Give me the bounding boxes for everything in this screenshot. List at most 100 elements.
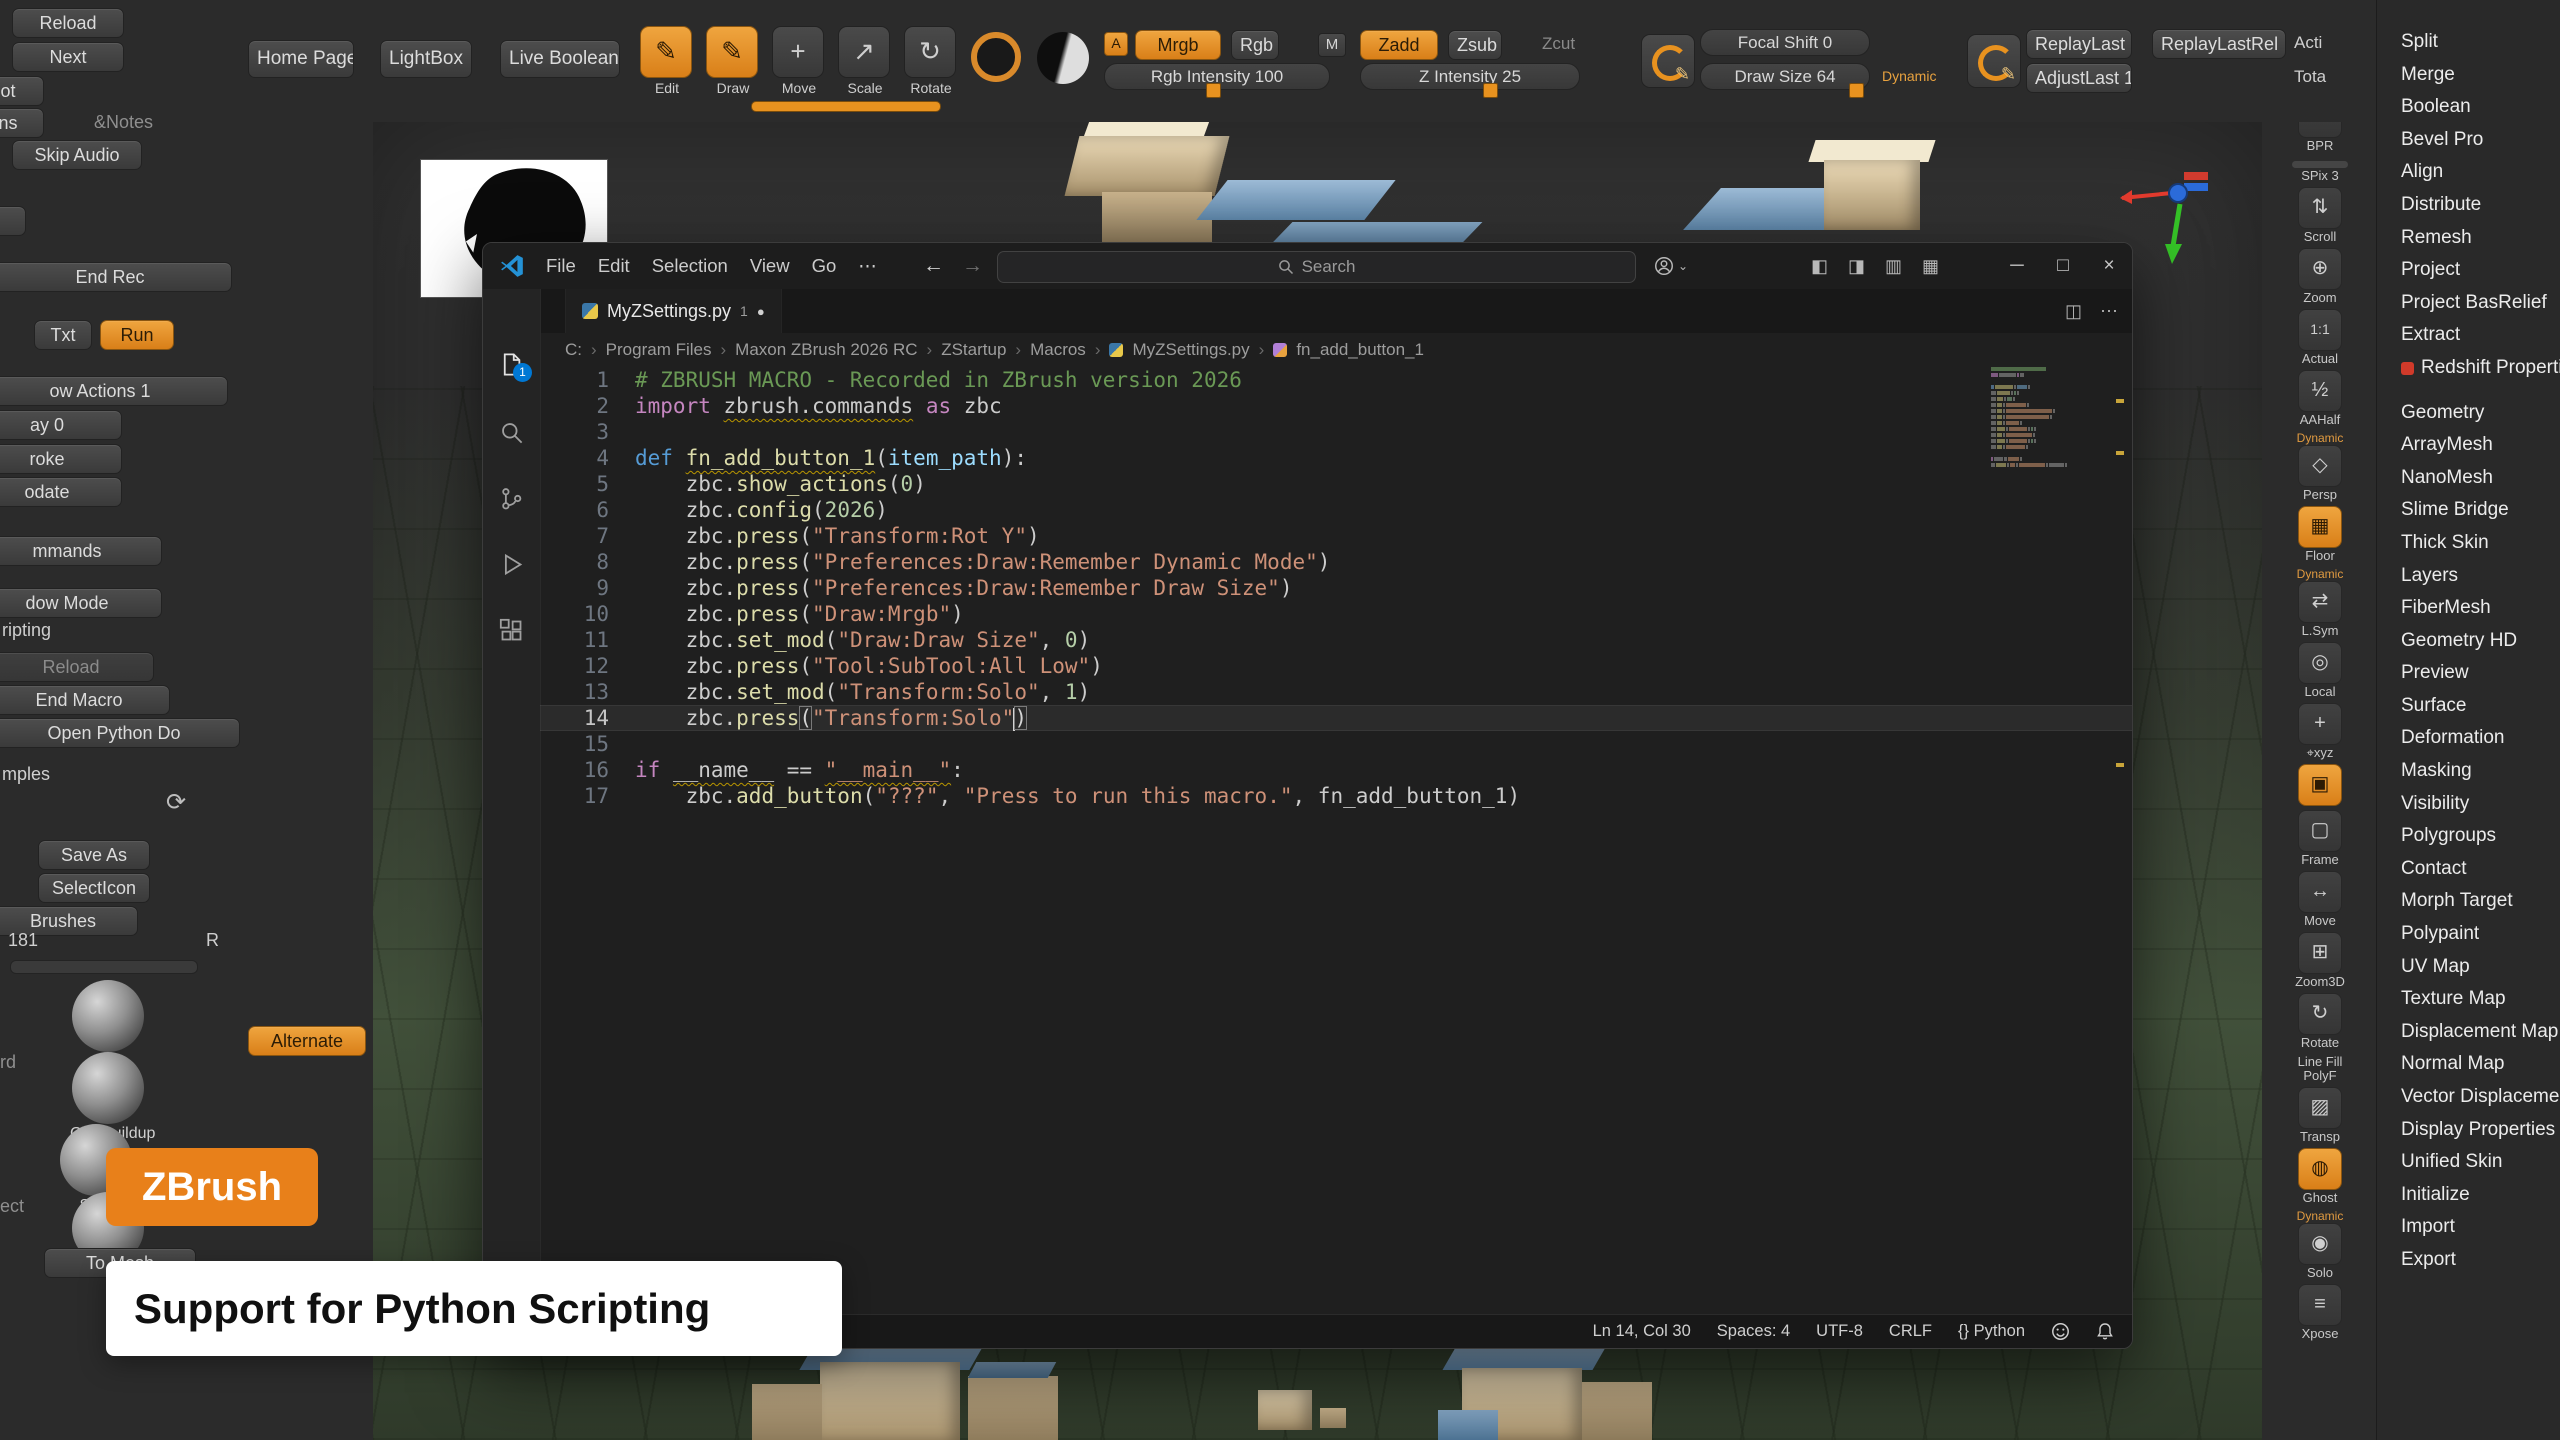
toggle-panel-left-icon[interactable]: ◧ xyxy=(1801,256,1838,277)
viewport-icon-xpose[interactable]: ≡Xpose xyxy=(2298,1284,2342,1341)
replay-last-button[interactable]: ReplayLast xyxy=(2026,29,2132,59)
tool-panel-item-display-properties[interactable]: Display Properties xyxy=(2401,1114,2555,1147)
breadcrumb-zstartup[interactable]: ZStartup xyxy=(941,340,1006,360)
focal-shift-slider[interactable]: Focal Shift 0 xyxy=(1700,29,1870,56)
alpha-ring-icon[interactable] xyxy=(971,32,1021,82)
z-intensity-slider[interactable]: Z Intensity 25 xyxy=(1360,63,1580,90)
left-e[interactable]: e xyxy=(0,206,26,236)
tool-panel-item-merge[interactable]: Merge xyxy=(2401,59,2555,92)
viewport-icon-spix-3[interactable]: SPix 3 xyxy=(2292,157,2348,183)
left-end-rec[interactable]: End Rec xyxy=(0,262,232,292)
vscode-titlebar[interactable]: FileEditSelectionViewGo⋯ ← → Search ⌄ ◧ … xyxy=(483,243,2132,290)
tool-panel-item-normal-map[interactable]: Normal Map xyxy=(2401,1048,2555,1081)
viewport-icon-rotate[interactable]: ↻Rotate xyxy=(2298,993,2342,1050)
tool-panel-item-initialize[interactable]: Initialize xyxy=(2401,1179,2555,1212)
mrgb-button[interactable]: Mrgb xyxy=(1135,30,1221,60)
viewport-icon-floor[interactable]: ▦Floor xyxy=(2298,506,2342,563)
adjust-last-button[interactable]: AdjustLast 1 xyxy=(2026,63,2132,93)
status-spaces-4[interactable]: Spaces: 4 xyxy=(1717,1322,1790,1341)
tool-panel-item-distribute[interactable]: Distribute xyxy=(2401,189,2555,222)
tool-panel-item-extract[interactable]: Extract xyxy=(2401,319,2555,352)
toggle-panel-right-icon[interactable]: ◨ xyxy=(1838,256,1875,277)
tool-panel-item-contact[interactable]: Contact xyxy=(2401,853,2555,886)
feedback-smiley-icon[interactable] xyxy=(2051,1322,2070,1341)
mode-move-button[interactable]: +Move xyxy=(772,26,826,96)
acti-button[interactable]: Acti xyxy=(2294,33,2322,53)
code-line-17[interactable]: 17 zbc.add_button("???", "Press to run t… xyxy=(540,783,2132,809)
left-slider[interactable] xyxy=(10,960,198,974)
zsub-button[interactable]: Zsub xyxy=(1448,30,1502,60)
more-actions-icon[interactable]: ⋯ xyxy=(2100,301,2118,322)
code-line-9[interactable]: 9 zbc.press("Preferences:Draw:Remember D… xyxy=(540,575,2132,601)
tool-panel-item-polygroups[interactable]: Polygroups xyxy=(2401,820,2555,853)
tool-panel-item-bevel-pro[interactable]: Bevel Pro xyxy=(2401,124,2555,157)
status-ln-14-col-30[interactable]: Ln 14, Col 30 xyxy=(1593,1322,1691,1341)
code-line-15[interactable]: 15 xyxy=(540,731,2132,757)
replay-settings-icon[interactable] xyxy=(1967,34,2021,88)
tool-panel-item-masking[interactable]: Masking xyxy=(2401,755,2555,788)
a-toggle[interactable]: A xyxy=(1104,32,1128,56)
m-button[interactable]: M xyxy=(1318,33,1346,57)
draw-size-slider[interactable]: Draw Size 64 xyxy=(1700,63,1870,90)
tool-panel-item-boolean[interactable]: Boolean xyxy=(2401,91,2555,124)
code-line-8[interactable]: 8 zbc.press("Preferences:Draw:Remember D… xyxy=(540,549,2132,575)
profile-icon[interactable]: ⌄ xyxy=(1653,243,1688,289)
viewport-icon-zoom[interactable]: ⊕Zoom xyxy=(2298,248,2342,305)
tool-panel-item-project[interactable]: Project xyxy=(2401,254,2555,287)
code-line-13[interactable]: 13 zbc.set_mod("Transform:Solo", 1) xyxy=(540,679,2132,705)
code-line-2[interactable]: 2import zbrush.commands as zbc xyxy=(540,393,2132,419)
left-refresh[interactable]: ⟳ xyxy=(166,788,186,817)
viewport-icon-l-sym[interactable]: Dynamic⇄L.Sym xyxy=(2297,567,2344,638)
left-end-macro[interactable]: End Macro xyxy=(0,685,170,715)
viewport-icon-ghost[interactable]: ◍Ghost xyxy=(2298,1148,2342,1205)
viewport-icon-solo[interactable]: Dynamic◉Solo xyxy=(2297,1209,2344,1280)
code-editor[interactable]: 1# ZBRUSH MACRO - Recorded in ZBrush ver… xyxy=(540,367,2132,1315)
breadcrumb-macros[interactable]: Macros xyxy=(1030,340,1086,360)
viewport-icon-zoom3d[interactable]: ⊞Zoom3D xyxy=(2295,932,2345,989)
minimap[interactable] xyxy=(1991,367,2067,467)
tool-panel-item-surface[interactable]: Surface xyxy=(2401,690,2555,723)
viewport-icon-persp[interactable]: Dynamic◇Persp xyxy=(2297,431,2344,502)
replay-last-rel-button[interactable]: ReplayLastRel xyxy=(2152,29,2286,59)
left-odate[interactable]: odate xyxy=(0,477,122,507)
mode-rotate-button[interactable]: ↻Rotate xyxy=(904,26,958,96)
live-boolean-button[interactable]: Live Boolean xyxy=(500,40,620,78)
status-crlf[interactable]: CRLF xyxy=(1889,1322,1932,1341)
breadcrumb-maxon-zbrush-2026-rc[interactable]: Maxon ZBrush 2026 RC xyxy=(735,340,917,360)
left-save-as[interactable]: Save As xyxy=(38,840,150,870)
code-line-3[interactable]: 3 xyxy=(540,419,2132,445)
tool-panel-item-split[interactable]: Split xyxy=(2401,26,2555,59)
viewport-icon-move[interactable]: ↔Move xyxy=(2298,871,2342,928)
code-line-12[interactable]: 12 zbc.press("Tool:SubTool:All Low") xyxy=(540,653,2132,679)
code-line-11[interactable]: 11 zbc.set_mod("Draw:Draw Size", 0) xyxy=(540,627,2132,653)
search-sidebar-icon[interactable] xyxy=(483,419,540,451)
tool-panel-item-deformation[interactable]: Deformation xyxy=(2401,722,2555,755)
tool-panel-item-redshift-properties[interactable]: Redshift Properties xyxy=(2401,352,2555,385)
close-button[interactable]: × xyxy=(2086,255,2132,277)
breadcrumb-program-files[interactable]: Program Files xyxy=(606,340,712,360)
alternate-button[interactable]: Alternate xyxy=(248,1026,366,1056)
tool-panel-item-uv-map[interactable]: UV Map xyxy=(2401,951,2555,984)
tool-panel-item-displacement-map[interactable]: Displacement Map xyxy=(2401,1016,2555,1049)
tool-panel-item-polypaint[interactable]: Polypaint xyxy=(2401,918,2555,951)
lightbox-button[interactable]: LightBox xyxy=(380,40,472,78)
mode-draw-button[interactable]: ✎Draw xyxy=(706,26,760,96)
rgb-button[interactable]: Rgb xyxy=(1231,30,1279,60)
draw-opacity-bar[interactable] xyxy=(751,101,941,112)
menu-go[interactable]: Go xyxy=(801,255,848,277)
viewport-icon-aahalf[interactable]: ½AAHalf xyxy=(2298,370,2342,427)
forward-arrow-icon[interactable]: → xyxy=(962,254,983,278)
search-input[interactable]: Search xyxy=(997,251,1636,283)
tool-panel-item-layers[interactable]: Layers xyxy=(2401,560,2555,593)
customize-layout-icon[interactable]: ▦ xyxy=(1912,256,1949,277)
zcut-button[interactable]: Zcut xyxy=(1542,34,1575,54)
viewport-icon-local[interactable]: ◎Local xyxy=(2298,642,2342,699)
tool-panel-item-arraymesh[interactable]: ArrayMesh xyxy=(2401,429,2555,462)
tool-panel-item-nanomesh[interactable]: NanoMesh xyxy=(2401,462,2555,495)
status-utf-8[interactable]: UTF-8 xyxy=(1816,1322,1863,1341)
menu-selection[interactable]: Selection xyxy=(641,255,739,277)
mode-scale-button[interactable]: ↗Scale xyxy=(838,26,892,96)
code-line-6[interactable]: 6 zbc.config(2026) xyxy=(540,497,2132,523)
left-ot[interactable]: ot xyxy=(0,76,44,106)
tool-panel-item-fibermesh[interactable]: FiberMesh xyxy=(2401,592,2555,625)
